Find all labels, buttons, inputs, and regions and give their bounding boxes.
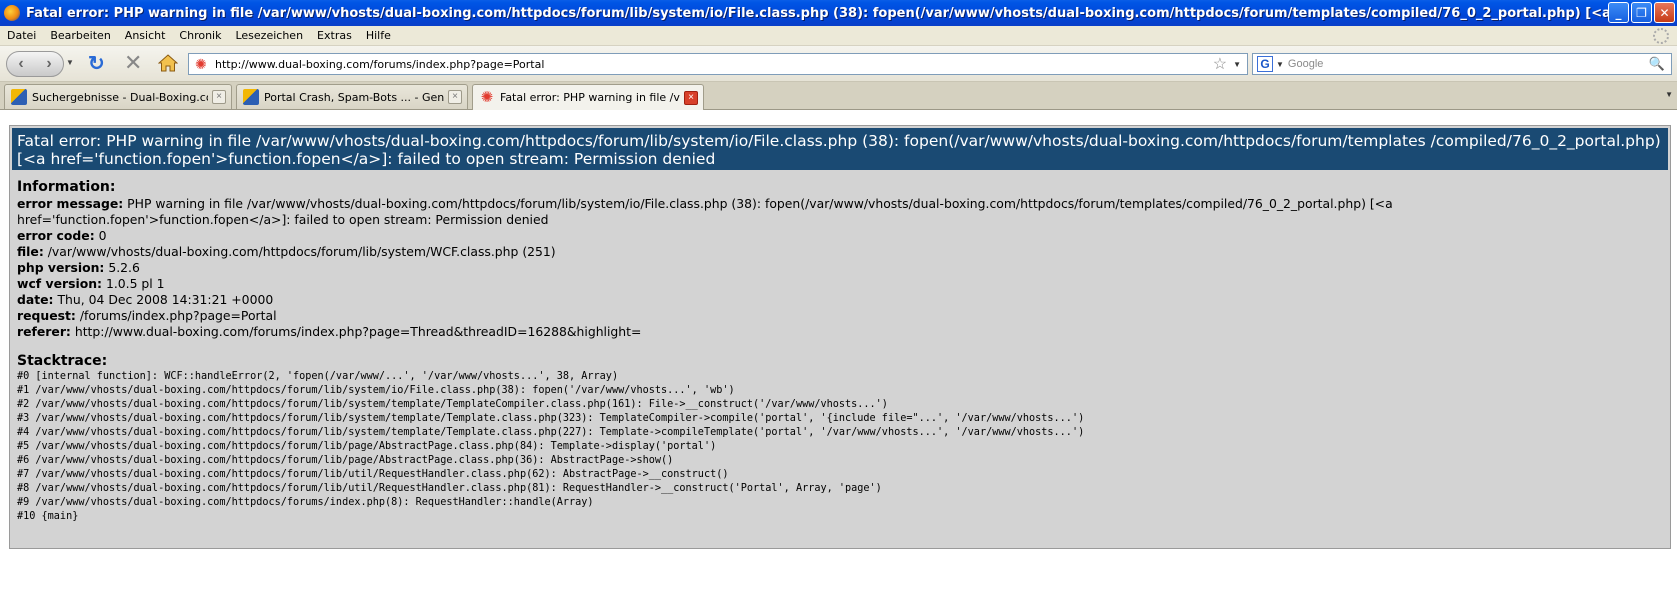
info-row-referer: referer: http://www.dual-boxing.com/foru… bbox=[17, 324, 1663, 340]
field-label: date: bbox=[17, 292, 54, 307]
menu-view[interactable]: Ansicht bbox=[118, 29, 173, 42]
tab-label: Suchergebnisse - Dual-Boxing.com Com... bbox=[32, 90, 208, 104]
error-panel: Fatal error: PHP warning in file /var/ww… bbox=[9, 125, 1671, 549]
error-info: Information: error message: PHP warning … bbox=[10, 172, 1670, 524]
stacktrace-title: Stacktrace: bbox=[17, 353, 108, 369]
info-row-date: date: Thu, 04 Dec 2008 14:31:21 +0000 bbox=[17, 292, 1663, 308]
url-dropdown-icon[interactable]: ▼ bbox=[1233, 60, 1241, 69]
info-row-request: request: /forums/index.php?page=Portal bbox=[17, 308, 1663, 324]
window-title-bar[interactable]: Fatal error: PHP warning in file /var/ww… bbox=[0, 0, 1677, 26]
info-row-wcf-version: wcf version: 1.0.5 pl 1 bbox=[17, 276, 1663, 292]
stack-line: #2 /var/www/vhosts/dual-boxing.com/httpd… bbox=[17, 399, 888, 410]
close-button[interactable]: ✕ bbox=[1654, 2, 1675, 23]
field-value: /forums/index.php?page=Portal bbox=[79, 308, 277, 323]
tab-search-results[interactable]: Suchergebnisse - Dual-Boxing.com Com... … bbox=[4, 84, 232, 109]
home-icon[interactable] bbox=[158, 54, 178, 72]
error-heading: Fatal error: PHP warning in file /var/ww… bbox=[12, 128, 1668, 170]
stack-line: #7 /var/www/vhosts/dual-boxing.com/httpd… bbox=[17, 469, 729, 480]
field-label: wcf version: bbox=[17, 276, 102, 291]
tab-close-icon[interactable]: × bbox=[684, 90, 698, 105]
field-value: /var/www/vhosts/dual-boxing.com/httpdocs… bbox=[47, 244, 556, 259]
info-row-php-version: php version: 5.2.6 bbox=[17, 260, 1663, 276]
menu-bookmarks[interactable]: Lesezeichen bbox=[228, 29, 310, 42]
menu-help[interactable]: Hilfe bbox=[359, 29, 398, 42]
stack-line: #4 /var/www/vhosts/dual-boxing.com/httpd… bbox=[17, 427, 1085, 438]
stack-line: #1 /var/www/vhosts/dual-boxing.com/httpd… bbox=[17, 385, 735, 396]
firefox-icon[interactable] bbox=[4, 5, 20, 21]
field-label: request: bbox=[17, 308, 76, 323]
stack-line: #6 /var/www/vhosts/dual-boxing.com/httpd… bbox=[17, 455, 674, 466]
site-favicon-icon: ✺ bbox=[195, 56, 207, 72]
tab-close-icon[interactable]: × bbox=[448, 90, 462, 104]
engine-dropdown-icon[interactable]: ▼ bbox=[1276, 60, 1284, 69]
address-bar[interactable]: ✺ http://www.dual-boxing.com/forums/inde… bbox=[188, 53, 1248, 75]
field-value: 0 bbox=[98, 228, 107, 243]
field-value: 5.2.6 bbox=[108, 260, 140, 275]
search-input[interactable]: Google bbox=[1288, 58, 1649, 70]
bookmark-star-icon[interactable]: ☆ bbox=[1213, 54, 1227, 74]
wbb-forum-icon bbox=[11, 89, 27, 105]
menu-file[interactable]: Datei bbox=[0, 29, 43, 42]
google-engine-icon[interactable]: G bbox=[1257, 56, 1273, 72]
stack-line: #5 /var/www/vhosts/dual-boxing.com/httpd… bbox=[17, 441, 717, 452]
info-row-error-code: error code: 0 bbox=[17, 228, 1663, 244]
field-label: error message: bbox=[17, 196, 124, 211]
search-bar[interactable]: G ▼ Google 🔍 bbox=[1252, 53, 1672, 75]
menu-history[interactable]: Chronik bbox=[172, 29, 228, 42]
url-input[interactable]: http://www.dual-boxing.com/forums/index.… bbox=[215, 58, 1213, 71]
stack-line: #9 /var/www/vhosts/dual-boxing.com/httpd… bbox=[17, 497, 594, 508]
tab-portal-crash[interactable]: Portal Crash, Spam-Bots ... - General D.… bbox=[236, 84, 468, 109]
activity-throbber-icon bbox=[1653, 28, 1669, 44]
field-value: Thu, 04 Dec 2008 14:31:21 +0000 bbox=[57, 292, 274, 307]
stack-line: #0 [internal function]: WCF::handleError… bbox=[17, 371, 619, 382]
field-label: php version: bbox=[17, 260, 105, 275]
field-label: referer: bbox=[17, 324, 71, 339]
info-title: Information: bbox=[17, 179, 116, 195]
wbb-forum-icon bbox=[243, 89, 259, 105]
tab-label: Portal Crash, Spam-Bots ... - General D.… bbox=[264, 90, 444, 104]
field-value: PHP warning in file /var/www/vhosts/dual… bbox=[17, 196, 1393, 227]
tab-label: Fatal error: PHP warning in file /v... bbox=[500, 91, 680, 104]
stack-line: #3 /var/www/vhosts/dual-boxing.com/httpd… bbox=[17, 413, 1085, 424]
maximize-button[interactable]: ❐ bbox=[1631, 2, 1652, 23]
tab-list-dropdown-icon[interactable]: ▼ bbox=[1665, 90, 1673, 99]
forward-button[interactable]: › bbox=[35, 55, 63, 73]
stack-line: #8 /var/www/vhosts/dual-boxing.com/httpd… bbox=[17, 483, 882, 494]
menu-bar: Datei Bearbeiten Ansicht Chronik Lesezei… bbox=[0, 26, 1677, 46]
menu-edit[interactable]: Bearbeiten bbox=[43, 29, 117, 42]
tab-close-icon[interactable]: × bbox=[212, 90, 226, 104]
menu-tools[interactable]: Extras bbox=[310, 29, 359, 42]
window-controls: _ ❐ ✕ bbox=[1608, 2, 1675, 23]
page-content: Fatal error: PHP warning in file /var/ww… bbox=[0, 111, 1677, 601]
stop-icon[interactable]: ✕ bbox=[124, 52, 142, 74]
error-site-icon: ✺ bbox=[480, 88, 494, 106]
stack-line: #10 {main} bbox=[17, 511, 79, 522]
field-value: http://www.dual-boxing.com/forums/index.… bbox=[74, 324, 642, 339]
minimize-button[interactable]: _ bbox=[1608, 2, 1629, 23]
search-icon[interactable]: 🔍 bbox=[1649, 56, 1665, 72]
info-row-file: file: /var/www/vhosts/dual-boxing.com/ht… bbox=[17, 244, 1663, 260]
navigation-toolbar: ‹ › ▼ ↻ ✕ ✺ http://www.dual-boxing.com/f… bbox=[0, 46, 1677, 82]
field-label: file: bbox=[17, 244, 44, 259]
tab-fatal-error[interactable]: ✺ Fatal error: PHP warning in file /v...… bbox=[472, 84, 704, 110]
reload-icon[interactable]: ↻ bbox=[88, 54, 105, 74]
window-title: Fatal error: PHP warning in file /var/ww… bbox=[26, 5, 1626, 21]
back-button[interactable]: ‹ bbox=[7, 55, 35, 73]
tab-bar: Suchergebnisse - Dual-Boxing.com Com... … bbox=[0, 82, 1677, 110]
field-label: error code: bbox=[17, 228, 95, 243]
back-forward-group: ‹ › bbox=[6, 51, 64, 77]
history-dropdown-icon[interactable]: ▼ bbox=[66, 58, 74, 67]
info-row-error-message: error message: PHP warning in file /var/… bbox=[17, 196, 1663, 228]
field-value: 1.0.5 pl 1 bbox=[105, 276, 165, 291]
